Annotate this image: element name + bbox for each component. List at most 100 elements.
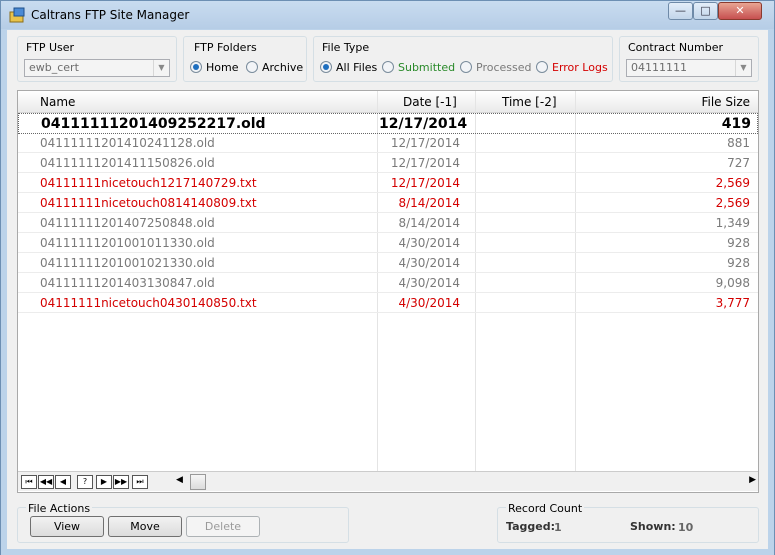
table-row[interactable]: 04111111nicetouch1217140729.txt 12/17/201…: [18, 173, 758, 193]
ftp-user-label: FTP User: [26, 41, 75, 54]
radio-selected-icon: [320, 61, 332, 73]
column-header-file-size[interactable]: File Size: [578, 95, 750, 109]
minimize-button[interactable]: —: [668, 2, 693, 20]
first-record-button[interactable]: ⏮: [21, 475, 37, 489]
view-button[interactable]: View: [30, 516, 104, 537]
column-header-name[interactable]: Name: [40, 95, 75, 109]
table-row[interactable]: 04111111201001021330.old 4/30/2014 928: [18, 253, 758, 273]
help-button[interactable]: ?: [77, 475, 93, 489]
column-header-time[interactable]: Time [-2]: [502, 95, 557, 109]
table-row[interactable]: 04111111nicetouch0430140850.txt 4/30/2014…: [18, 293, 758, 313]
file-size-cell: 9,098: [715, 276, 750, 290]
tagged-count: 1: [554, 521, 562, 534]
next-record-button[interactable]: ▶: [96, 475, 112, 489]
radio-all-files[interactable]: All Files: [320, 61, 377, 75]
file-date-cell: 12/17/2014: [390, 136, 460, 150]
file-size-cell: 419: [721, 116, 751, 132]
grid-navigator: ⏮ ◀◀ ◀ ? ▶ ▶▶ ⏭ ◀ ▶: [18, 471, 758, 491]
file-actions-group: File Actions View Move Delete: [17, 502, 349, 543]
ftp-folders-label: FTP Folders: [194, 41, 257, 54]
shown-label: Shown:: [630, 520, 676, 533]
contract-number-value: 04111111: [631, 61, 687, 74]
radio-selected-icon: [190, 61, 202, 73]
table-row[interactable]: 04111111201403130847.old 4/30/2014 9,098: [18, 273, 758, 293]
file-date-cell: 12/17/2014: [379, 116, 468, 132]
ftp-user-group: FTP User ewb_cert ▼: [17, 36, 177, 82]
table-row[interactable]: 04111111201411150826.old 12/17/2014 727: [18, 153, 758, 173]
close-button[interactable]: ✕: [718, 2, 762, 20]
radio-icon: [536, 61, 548, 73]
file-date-cell: 8/14/2014: [398, 196, 460, 210]
next-page-button[interactable]: ▶▶: [113, 475, 129, 489]
file-size-cell: 2,569: [715, 176, 750, 190]
file-date-cell: 4/30/2014: [398, 236, 460, 250]
file-size-cell: 2,569: [715, 196, 750, 210]
radio-archive[interactable]: Archive: [246, 61, 303, 75]
record-count-label: Record Count: [506, 502, 585, 515]
file-name-cell: 04111111nicetouch1217140729.txt: [40, 176, 257, 190]
file-name-cell: 04111111201001011330.old: [40, 236, 215, 250]
delete-button[interactable]: Delete: [186, 516, 260, 537]
radio-icon: [246, 61, 258, 73]
file-size-cell: 928: [727, 236, 750, 250]
title-bar[interactable]: Caltrans FTP Site Manager — □ ✕: [1, 1, 774, 29]
file-name-cell: 04111111nicetouch0814140809.txt: [40, 196, 257, 210]
table-row[interactable]: 04111111201001011330.old 4/30/2014 928: [18, 233, 758, 253]
file-date-cell: 12/17/2014: [390, 176, 460, 190]
table-row[interactable]: 04111111201410241128.old 12/17/2014 881: [18, 133, 758, 153]
radio-error-logs-label: Error Logs: [552, 61, 608, 74]
file-date-cell: 12/17/2014: [390, 156, 460, 170]
file-date-cell: 4/30/2014: [398, 296, 460, 310]
file-date-cell: 4/30/2014: [398, 276, 460, 290]
table-row[interactable]: 04111111201409252217.old 12/17/2014 419: [18, 113, 758, 134]
client-area: FTP User ewb_cert ▼ FTP Folders Home Arc…: [7, 30, 768, 550]
move-button[interactable]: Move: [108, 516, 182, 537]
table-row[interactable]: 04111111201407250848.old 8/14/2014 1,349: [18, 213, 758, 233]
file-name-cell: 04111111201409252217.old: [41, 116, 266, 132]
last-record-button[interactable]: ⏭: [132, 475, 148, 489]
contract-number-combo[interactable]: 04111111 ▼: [626, 59, 752, 77]
file-date-cell: 4/30/2014: [398, 256, 460, 270]
file-size-cell: 881: [727, 136, 750, 150]
radio-icon: [382, 61, 394, 73]
file-name-cell: 04111111nicetouch0430140850.txt: [40, 296, 257, 310]
record-count-group: Record Count Tagged: 1 Shown: 10: [497, 502, 759, 543]
file-grid[interactable]: Name Date [-1] Time [-2] File Size 04111…: [17, 90, 759, 493]
column-header-date[interactable]: Date [-1]: [403, 95, 457, 109]
shown-count: 10: [678, 521, 694, 534]
file-size-cell: 1,349: [715, 216, 750, 230]
previous-record-button[interactable]: ◀: [55, 475, 71, 489]
ftp-folders-group: FTP Folders Home Archive: [183, 36, 307, 82]
file-size-cell: 928: [727, 256, 750, 270]
scroll-thumb[interactable]: [190, 474, 206, 490]
chevron-down-icon[interactable]: ▼: [153, 60, 169, 76]
file-name-cell: 04111111201411150826.old: [40, 156, 215, 170]
scroll-left-icon[interactable]: ◀: [176, 475, 183, 485]
file-size-cell: 727: [727, 156, 750, 170]
app-window: Caltrans FTP Site Manager — □ ✕ FTP User…: [0, 0, 775, 555]
file-name-cell: 04111111201403130847.old: [40, 276, 215, 290]
radio-home[interactable]: Home: [190, 61, 238, 75]
horizontal-scrollbar[interactable]: ◀ ▶: [176, 474, 758, 490]
radio-home-label: Home: [206, 61, 239, 74]
file-name-cell: 04111111201410241128.old: [40, 136, 215, 150]
ftp-user-combo[interactable]: ewb_cert ▼: [24, 59, 170, 77]
previous-page-button[interactable]: ◀◀: [38, 475, 54, 489]
chevron-down-icon[interactable]: ▼: [735, 60, 751, 76]
radio-submitted[interactable]: Submitted: [382, 61, 455, 75]
grid-header: Name Date [-1] Time [-2] File Size: [18, 91, 758, 113]
radio-all-files-label: All Files: [336, 61, 378, 74]
table-row[interactable]: 04111111nicetouch0814140809.txt 8/14/2014…: [18, 193, 758, 213]
app-icon: [9, 7, 25, 23]
tagged-label: Tagged:: [506, 520, 555, 533]
scroll-right-icon[interactable]: ▶: [749, 475, 756, 485]
maximize-button[interactable]: □: [693, 2, 718, 20]
file-type-label: File Type: [322, 41, 370, 54]
ftp-user-value: ewb_cert: [29, 61, 79, 74]
radio-processed[interactable]: Processed: [460, 61, 531, 75]
radio-processed-label: Processed: [476, 61, 532, 74]
radio-submitted-label: Submitted: [398, 61, 456, 74]
file-size-cell: 3,777: [715, 296, 750, 310]
status-strip: [1, 549, 774, 555]
radio-error-logs[interactable]: Error Logs: [536, 61, 608, 75]
